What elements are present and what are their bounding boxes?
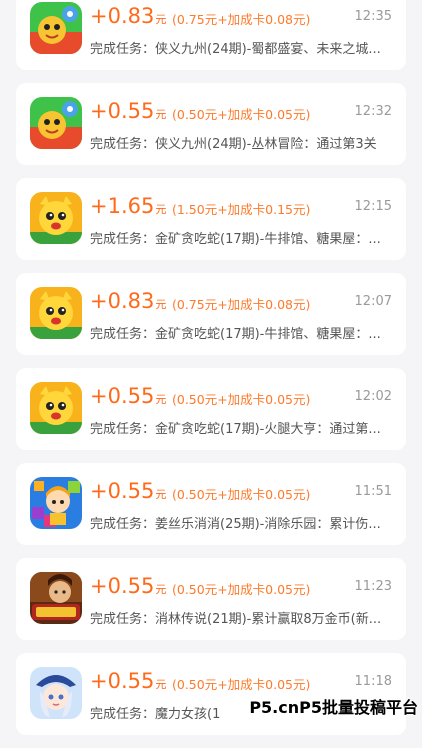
earning-record[interactable]: +0.55元 (0.50元+加成卡0.05元) 11:23 完成任务：消林传说(… bbox=[16, 558, 406, 640]
task-description: 完成任务：姜丝乐消消(25期)-消除乐园：累计伤... bbox=[90, 517, 381, 532]
amount-detail: (0.75元+加成卡0.08元) bbox=[172, 12, 311, 27]
legend-game-icon bbox=[30, 572, 82, 624]
timestamp: 11:23 bbox=[354, 579, 392, 594]
timestamp: 11:18 bbox=[354, 674, 392, 689]
snake-game-icon bbox=[30, 382, 82, 434]
task-description: 完成任务：侠义九州(24期)-丛林冒险：通过第3关 bbox=[90, 137, 377, 152]
amount-detail: (0.50元+加成卡0.05元) bbox=[172, 677, 311, 692]
amount-unit: 元 bbox=[155, 108, 167, 121]
match-game-icon bbox=[30, 477, 82, 529]
timestamp: 12:35 bbox=[354, 9, 392, 24]
amount-unit: 元 bbox=[155, 13, 167, 26]
task-description: 完成任务：金矿贪吃蛇(17期)-火腿大亨：通过第... bbox=[90, 422, 381, 437]
amount-detail: (0.50元+加成卡0.05元) bbox=[172, 107, 311, 122]
amount-unit: 元 bbox=[155, 298, 167, 311]
amount: +0.55元 bbox=[90, 669, 167, 693]
amount: +1.65元 bbox=[90, 194, 167, 218]
task-description: 完成任务：消林传说(21期)-累计赢取8万金币(新... bbox=[90, 612, 382, 627]
timestamp: 11:51 bbox=[354, 484, 392, 499]
earnings-list: +0.83元 (0.75元+加成卡0.08元) 12:35 完成任务：侠义九州(… bbox=[0, 0, 422, 748]
amount: +0.55元 bbox=[90, 574, 167, 598]
timestamp: 12:07 bbox=[354, 294, 392, 309]
snake-game-icon bbox=[30, 192, 82, 244]
earning-record[interactable]: +0.83元 (0.75元+加成卡0.08元) 12:35 完成任务：侠义九州(… bbox=[16, 0, 406, 70]
xiayi-game-icon bbox=[30, 97, 82, 149]
earning-record[interactable]: +0.83元 (0.75元+加成卡0.08元) 12:07 完成任务：金矿贪吃蛇… bbox=[16, 273, 406, 355]
amount-unit: 元 bbox=[155, 488, 167, 501]
task-description: 完成任务：侠义九州(24期)-蜀都盛宴、未来之城... bbox=[90, 42, 381, 57]
amount-unit: 元 bbox=[155, 583, 167, 596]
timestamp: 12:02 bbox=[354, 389, 392, 404]
amount: +0.55元 bbox=[90, 479, 167, 503]
task-description: 完成任务：金矿贪吃蛇(17期)-牛排馆、糖果屋：... bbox=[90, 232, 381, 247]
amount: +0.83元 bbox=[90, 4, 167, 28]
amount-detail: (0.75元+加成卡0.08元) bbox=[172, 297, 311, 312]
timestamp: 12:32 bbox=[354, 104, 392, 119]
earning-record[interactable]: +0.55元 (0.50元+加成卡0.05元) 12:32 完成任务：侠义九州(… bbox=[16, 83, 406, 165]
amount-unit: 元 bbox=[155, 393, 167, 406]
amount: +0.55元 bbox=[90, 99, 167, 123]
earning-record[interactable]: +0.55元 (0.50元+加成卡0.05元) 11:51 完成任务：姜丝乐消消… bbox=[16, 463, 406, 545]
task-description: 完成任务：金矿贪吃蛇(17期)-牛排馆、糖果屋：... bbox=[90, 327, 381, 342]
amount-detail: (0.50元+加成卡0.05元) bbox=[172, 392, 311, 407]
timestamp: 12:15 bbox=[354, 199, 392, 214]
watermark: P5.cnP5批量投稿平台 bbox=[249, 698, 418, 717]
amount: +0.83元 bbox=[90, 289, 167, 313]
earning-record[interactable]: +0.55元 (0.50元+加成卡0.05元) 12:02 完成任务：金矿贪吃蛇… bbox=[16, 368, 406, 450]
amount-unit: 元 bbox=[155, 678, 167, 691]
amount-unit: 元 bbox=[155, 203, 167, 216]
magic-girl-game-icon bbox=[30, 667, 82, 719]
snake-game-icon bbox=[30, 287, 82, 339]
amount-detail: (0.50元+加成卡0.05元) bbox=[172, 582, 311, 597]
earning-record[interactable]: +1.65元 (1.50元+加成卡0.15元) 12:15 完成任务：金矿贪吃蛇… bbox=[16, 178, 406, 260]
amount: +0.55元 bbox=[90, 384, 167, 408]
xiayi-game-icon bbox=[30, 2, 82, 54]
amount-detail: (0.50元+加成卡0.05元) bbox=[172, 487, 311, 502]
amount-detail: (1.50元+加成卡0.15元) bbox=[172, 202, 311, 217]
